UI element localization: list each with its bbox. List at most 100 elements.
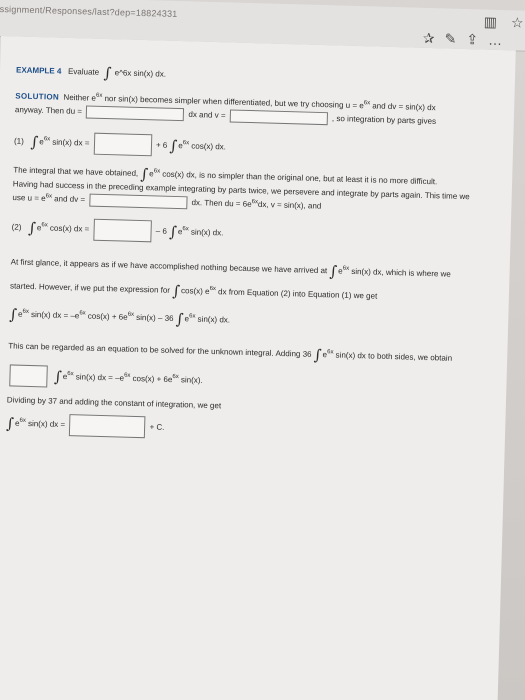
integral-icon: ∫ xyxy=(140,164,149,184)
integral-icon: ∫ xyxy=(8,305,18,324)
more-icon[interactable]: … xyxy=(488,32,502,49)
sup: 6x xyxy=(363,100,371,107)
text: sin(x) dx = –e xyxy=(28,309,80,321)
browser-icons-top: ▥ ☆ xyxy=(484,14,524,32)
integral-icon: ∫ xyxy=(103,63,112,83)
text: cos(x) + 6e xyxy=(130,373,173,385)
sup: 6x xyxy=(41,222,48,229)
sup: 6x xyxy=(43,136,51,143)
equation-1: (1) ∫e6x sin(x) dx = + 6 ∫e6x cos(x) dx. xyxy=(14,130,227,158)
integral-icon: ∫ xyxy=(53,367,63,386)
integral-icon: ∫ xyxy=(175,310,184,329)
favorite-icon[interactable]: ☆ xyxy=(511,14,524,31)
address-bar[interactable]: ssignment/Responses/last?dep=18824331 xyxy=(0,4,178,19)
text: This can be regarded as an equation to b… xyxy=(8,341,312,359)
text-line-13: Dividing by 37 and adding the constant o… xyxy=(6,395,222,411)
screen: ssignment/Responses/last?dep=18824331 ▥ … xyxy=(0,0,525,700)
text: and dv = xyxy=(51,194,86,205)
text-line-11: This can be regarded as an equation to b… xyxy=(8,338,452,365)
sup: 6x xyxy=(209,285,217,293)
text: sin(x) dx = xyxy=(50,137,90,148)
integral-icon: ∫ xyxy=(30,133,39,152)
text: sin(x) dx = xyxy=(25,418,66,430)
text: dx from Equation (2) into Equation (1) w… xyxy=(215,287,378,301)
evaluate-label: Evaluate xyxy=(67,66,100,77)
sup: 6x xyxy=(153,168,161,175)
integral-icon: ∫ xyxy=(5,414,15,433)
equation-2: (2) ∫e6x cos(x) dx = – 6 ∫e6x sin(x) dx. xyxy=(11,216,223,244)
equation-3: ∫e6x sin(x) dx = –e6x cos(x) + 6e6x sin(… xyxy=(8,305,231,329)
text: cos(x) + 6e xyxy=(85,311,128,322)
text: sin(x) dx to both sides, we obtain xyxy=(333,350,453,363)
equation-4: ∫e6x sin(x) dx = –e6x cos(x) + 6e6x sin(… xyxy=(7,364,203,391)
integral-icon: ∫ xyxy=(172,281,181,301)
text: cos(x) e xyxy=(180,286,210,296)
final-answer-input[interactable] xyxy=(69,414,146,439)
sup: 6x xyxy=(182,226,189,233)
sup: 6x xyxy=(124,372,131,379)
text: + C. xyxy=(149,422,165,432)
text: and dv = sin(x) dx xyxy=(369,101,436,113)
text: dx. Then du = 6e xyxy=(191,198,252,209)
text: cos(x) dx. xyxy=(188,141,227,152)
page: ✰ ✎ ⇪ … EXAMPLE 4 Evaluate ∫ e^6x sin(x)… xyxy=(0,30,516,700)
solution-label: SOLUTION xyxy=(15,91,60,102)
favorites-bar-icon[interactable]: ✰ xyxy=(423,30,435,47)
text: + 6 xyxy=(155,140,168,150)
sup: 6x xyxy=(251,198,259,205)
text: sin(x) – 36 xyxy=(133,312,174,323)
dv-answer-input[interactable] xyxy=(89,193,188,210)
text: sin(x) dx, which is where we xyxy=(348,266,451,279)
text: – 6 xyxy=(155,226,167,236)
integral-icon: ∫ xyxy=(329,262,338,281)
example-label: EXAMPLE 4 xyxy=(15,65,62,76)
text-line-9: started. However, if we put the expressi… xyxy=(10,278,378,303)
sup: 6x xyxy=(189,313,196,320)
sup: 6x xyxy=(45,192,53,200)
example-expr: e^6x sin(x) dx. xyxy=(114,68,167,79)
text-line-8: At first glance, it appears as if we hav… xyxy=(10,254,451,281)
sup: 6x xyxy=(172,374,179,381)
v-answer-input[interactable] xyxy=(229,109,328,126)
sup: 6x xyxy=(182,140,190,147)
reader-icon[interactable]: ▥ xyxy=(484,14,498,31)
text: anyway. Then du = xyxy=(14,105,83,116)
eq1-answer-input[interactable] xyxy=(93,132,152,157)
sup: 6x xyxy=(127,311,135,318)
sup: 6x xyxy=(327,349,334,356)
pen-icon[interactable]: ✎ xyxy=(444,30,456,47)
text: dx, v = sin(x), and xyxy=(257,199,322,211)
text: e xyxy=(149,169,154,179)
text: At first glance, it appears as if we hav… xyxy=(10,257,328,276)
text: The integral that we have obtained, xyxy=(13,165,139,178)
text: Neither e xyxy=(63,92,97,103)
equation-final: ∫e6x sin(x) dx = + C. xyxy=(5,412,165,439)
browser-icons-right: ✰ ✎ ⇪ … xyxy=(423,30,503,49)
share-icon[interactable]: ⇪ xyxy=(466,31,478,48)
integral-icon: ∫ xyxy=(313,345,322,365)
text: started. However, if we put the expressi… xyxy=(9,281,171,295)
rotated-photo: ssignment/Responses/last?dep=18824331 ▥ … xyxy=(0,0,525,700)
text: sin(x) dx. xyxy=(195,314,231,325)
example-header: EXAMPLE 4 Evaluate ∫ e^6x sin(x) dx. xyxy=(15,62,167,83)
eq2-answer-input[interactable] xyxy=(93,218,152,243)
integral-icon: ∫ xyxy=(169,136,178,156)
text: sin(x). xyxy=(178,375,203,385)
sup: 6x xyxy=(22,308,30,315)
sup: 6x xyxy=(79,310,86,317)
text: cos(x) dx = xyxy=(47,223,90,234)
du-answer-input[interactable] xyxy=(86,105,185,122)
integral-icon: ∫ xyxy=(168,222,178,242)
coefficient-answer-input[interactable] xyxy=(9,364,48,388)
integral-icon: ∫ xyxy=(27,218,37,238)
sup: 6x xyxy=(95,92,103,99)
text: dx and v = xyxy=(188,109,226,120)
text: , so integration by parts gives xyxy=(331,113,437,126)
equation-number: (2) xyxy=(11,222,22,232)
text: sin(x) dx = –e xyxy=(73,372,125,383)
text: use u = e xyxy=(12,193,46,203)
equation-number: (1) xyxy=(13,136,24,146)
sup: 6x xyxy=(342,265,350,272)
text: sin(x) dx. xyxy=(188,227,224,238)
sup: 6x xyxy=(19,417,26,424)
